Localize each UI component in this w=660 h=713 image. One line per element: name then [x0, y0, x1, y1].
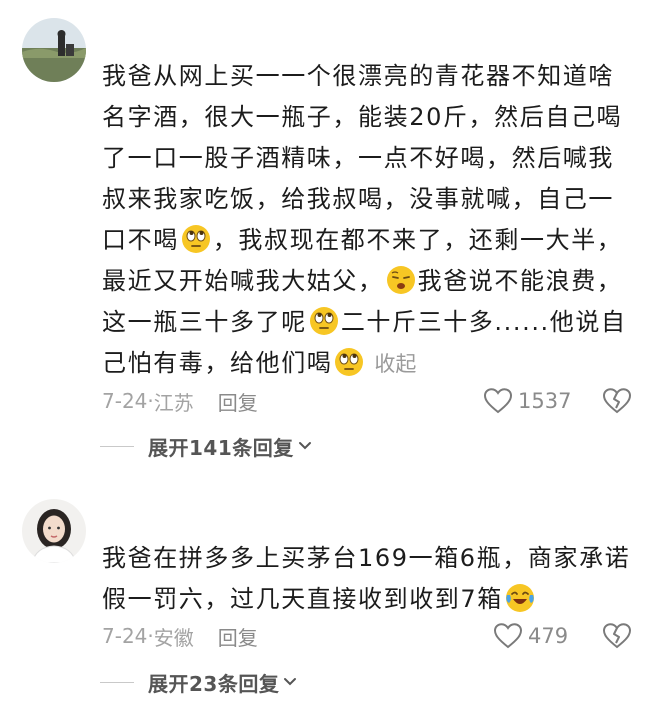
heart-icon — [494, 623, 522, 649]
divider-line — [100, 681, 134, 683]
comment-text: 我爸在拼多多上买茅台169一箱6瓶，商家承诺假一罚六，过几天直接收到收到7箱 — [102, 538, 632, 620]
divider-line — [100, 445, 134, 447]
dislike-button[interactable] — [603, 386, 631, 416]
dislike-button[interactable] — [603, 621, 631, 651]
avatar[interactable] — [22, 18, 86, 82]
comment-meta: 7-24 · 江苏 回复 — [102, 386, 258, 416]
like-count: 479 — [528, 624, 569, 648]
broken-heart-icon — [603, 623, 631, 649]
comment-text-part: 我爸在拼多多上买茅台169一箱6瓶，商家承诺假一罚六，过几天直接收到收到7箱 — [102, 544, 631, 613]
comment-date: 7-24 — [102, 389, 148, 413]
heart-icon — [484, 388, 512, 414]
collapse-link[interactable]: 收起 — [374, 352, 416, 376]
like-count: 1537 — [518, 389, 572, 413]
laughing-tears-icon — [505, 583, 535, 613]
expand-replies[interactable]: 展开23条回复 — [100, 667, 297, 697]
landscape-avatar-icon — [22, 18, 86, 82]
comment-location: 江苏 — [153, 390, 194, 415]
like-button[interactable]: 479 — [494, 621, 568, 651]
reply-button[interactable]: 回复 — [218, 387, 258, 416]
chevron-down-icon — [298, 442, 311, 450]
rolling-eyes-icon — [334, 347, 364, 377]
comment-meta: 7-24 · 安徽 回复 — [102, 621, 258, 651]
broken-heart-icon — [603, 388, 631, 414]
chevron-down-icon — [284, 678, 297, 686]
expand-replies-label[interactable]: 展开23条回复 — [148, 668, 279, 697]
comment-text: 我爸从网上买一一个很漂亮的青花器不知道啥名字酒，很大一瓶子，能装20斤，然后自己… — [102, 56, 632, 385]
tired-face-icon — [386, 265, 416, 295]
reply-button[interactable]: 回复 — [218, 622, 258, 651]
comment-location: 安徽 — [153, 625, 194, 650]
rolling-eyes-icon — [181, 224, 211, 254]
rolling-eyes-icon — [309, 306, 339, 336]
like-button[interactable]: 1537 — [484, 386, 571, 416]
woman-portrait-avatar-icon — [22, 499, 86, 563]
expand-replies-label[interactable]: 展开141条回复 — [148, 432, 294, 461]
avatar[interactable] — [22, 499, 86, 563]
comment-date: 7-24 — [102, 624, 148, 648]
expand-replies[interactable]: 展开141条回复 — [100, 431, 312, 461]
